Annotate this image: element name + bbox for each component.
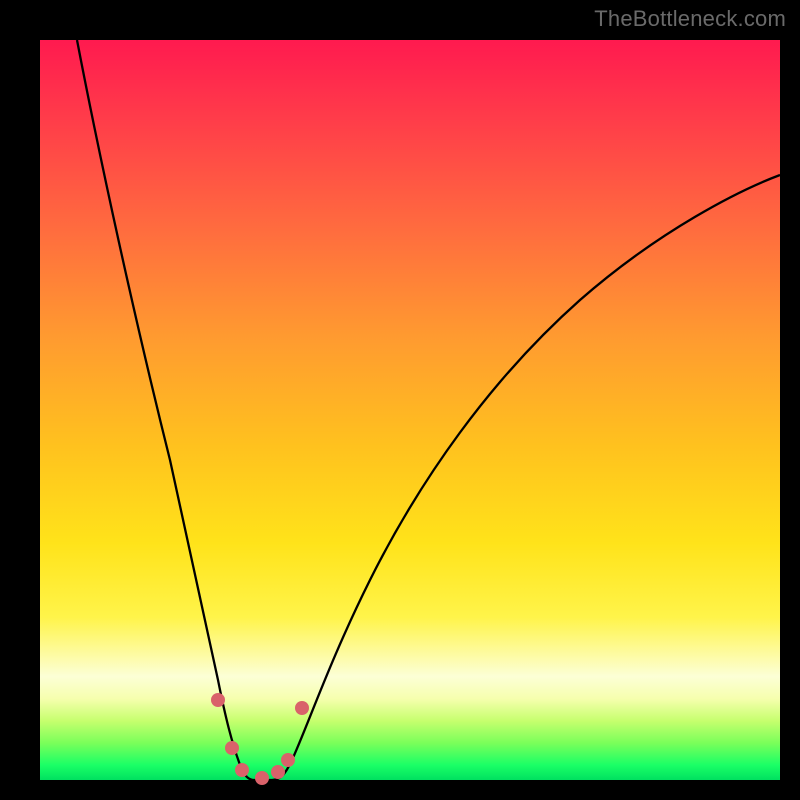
chart-frame: TheBottleneck.com	[0, 0, 800, 800]
right-curve	[272, 175, 780, 780]
watermark-text: TheBottleneck.com	[594, 6, 786, 32]
curves-svg	[40, 40, 780, 780]
left-curve	[77, 40, 254, 780]
plot-area	[40, 40, 780, 780]
threshold-markers	[211, 693, 309, 785]
